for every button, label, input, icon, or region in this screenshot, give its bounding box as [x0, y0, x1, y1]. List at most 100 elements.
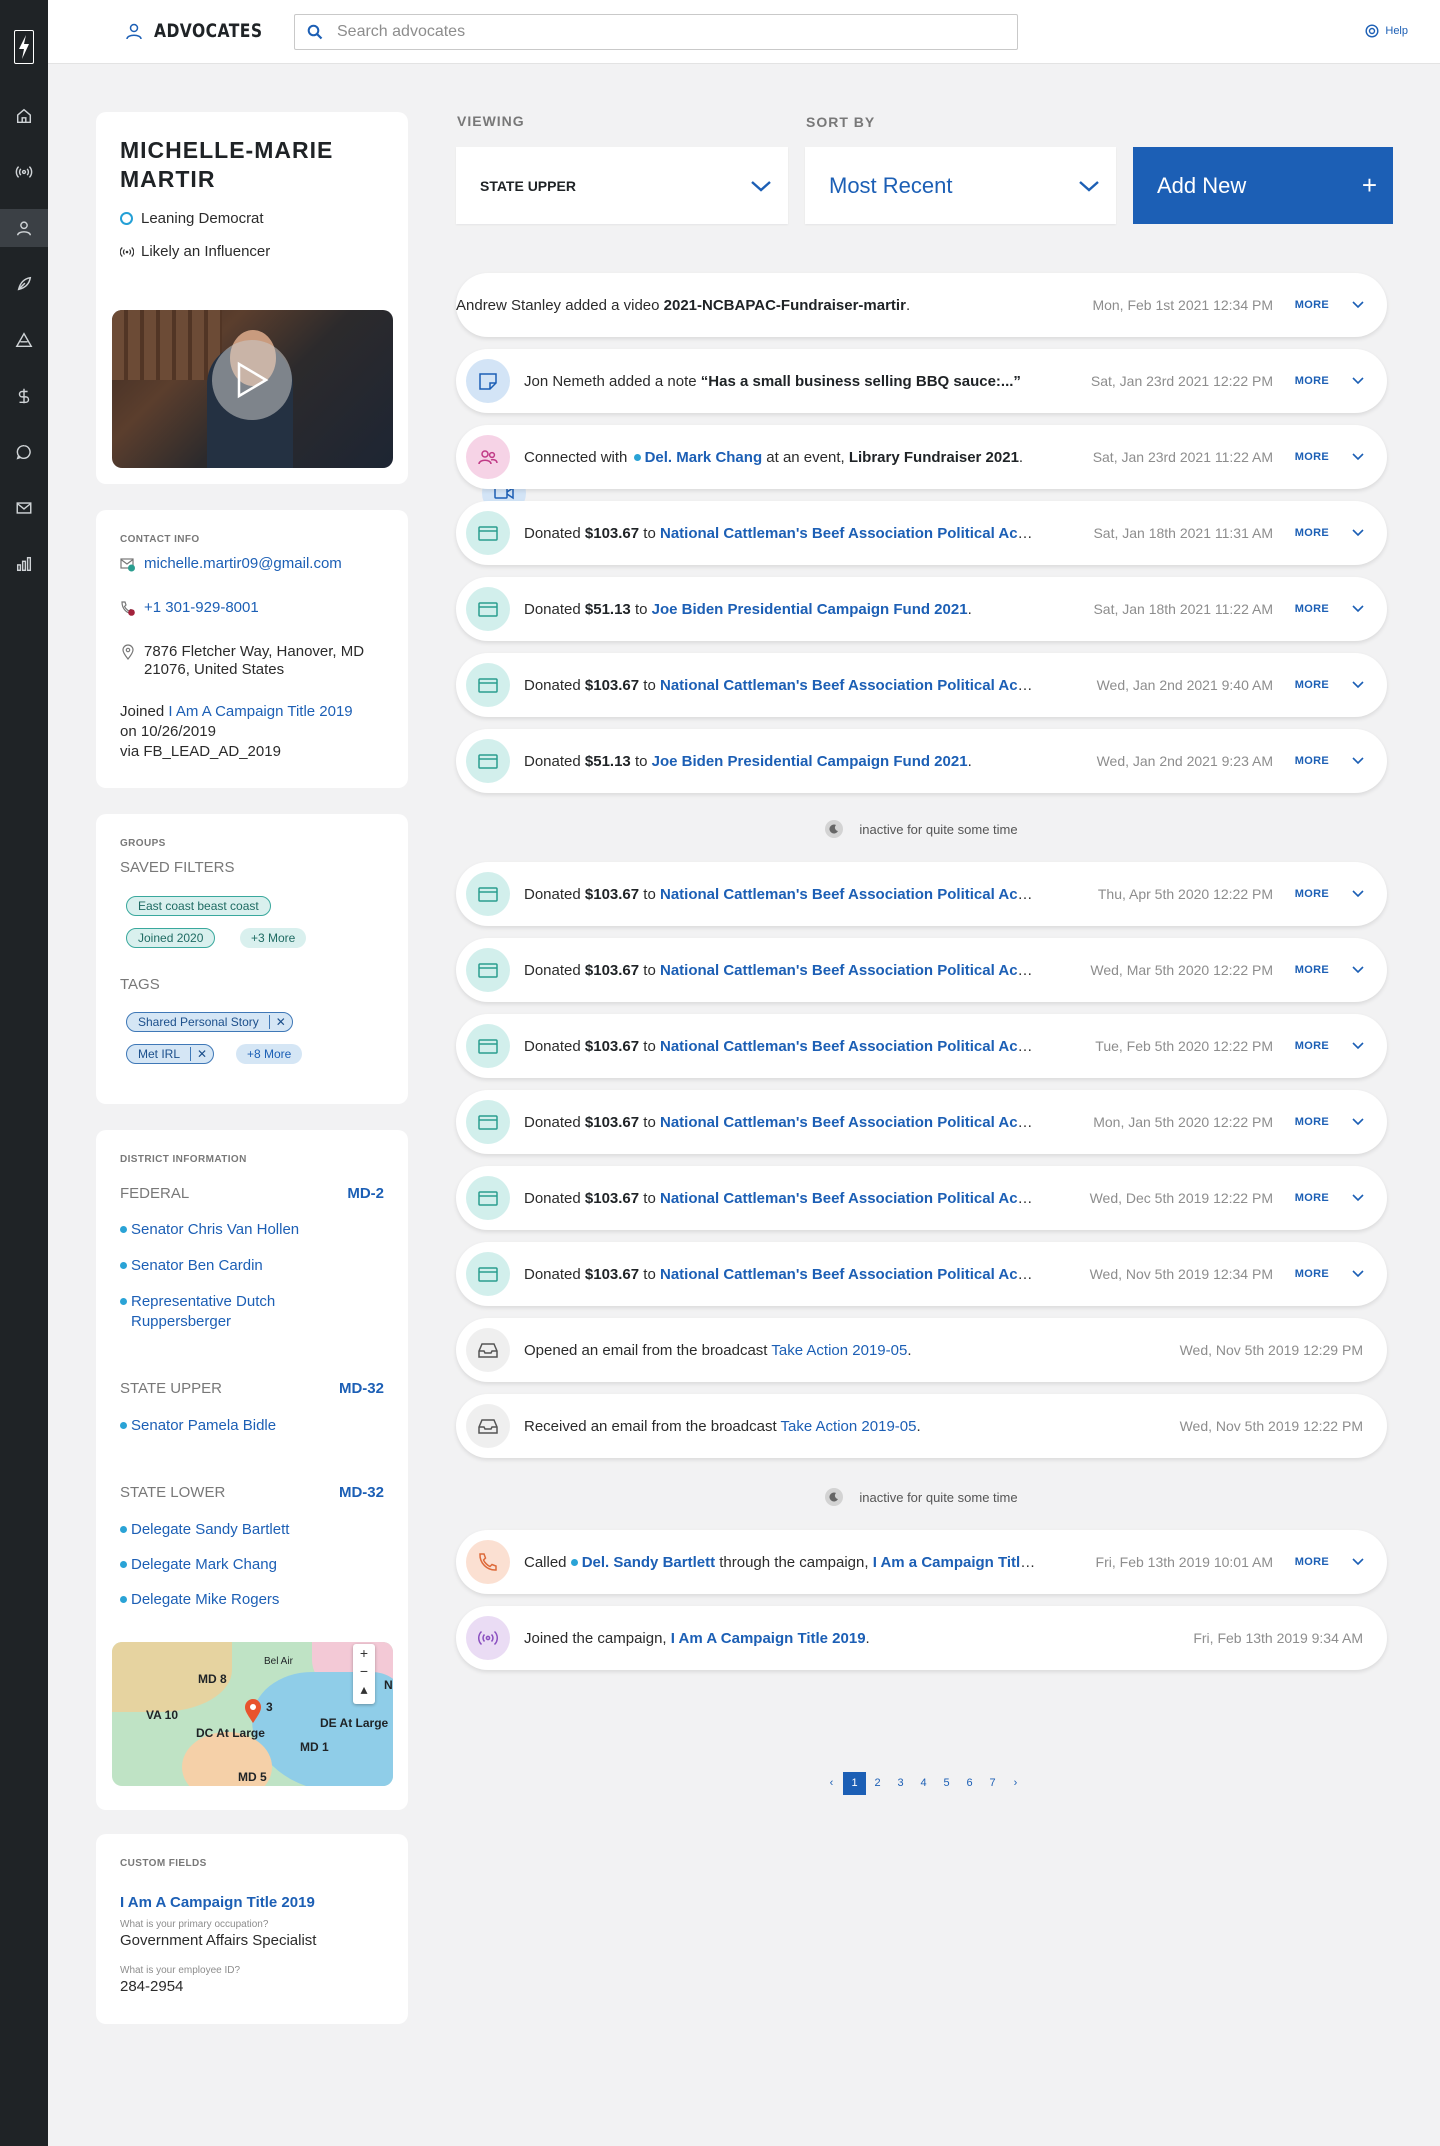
campaign-link[interactable]: I Am a Campaign Title 2019	[873, 1554, 1036, 1571]
official-link[interactable]: Senator Pamela Bidle	[120, 1416, 340, 1436]
feather-icon[interactable]	[0, 265, 48, 303]
recipient-link[interactable]: National Cattleman's Beef Association Po…	[660, 1190, 1036, 1207]
compass-icon[interactable]: ▴	[353, 1680, 375, 1698]
activity-item[interactable]: Donated $103.67 to National Cattleman's …	[456, 653, 1387, 717]
help-link[interactable]: Help	[1365, 24, 1408, 38]
activity-item[interactable]: Donated $51.13 to Joe Biden Presidential…	[456, 729, 1387, 793]
tag-chip[interactable]: Shared Personal Story ✕	[126, 1012, 293, 1032]
chevron-down-icon[interactable]	[1351, 1117, 1365, 1127]
more-button[interactable]: MORE	[1295, 964, 1329, 976]
chevron-down-icon[interactable]	[1351, 1557, 1365, 1567]
activity-item[interactable]: Donated $103.67 to National Cattleman's …	[456, 1166, 1387, 1230]
remove-tag-icon[interactable]: ✕	[268, 1015, 286, 1029]
page-button[interactable]: 5	[935, 1772, 958, 1795]
joined-campaign-link[interactable]: I Am A Campaign Title 2019	[168, 703, 352, 720]
recipient-link[interactable]: National Cattleman's Beef Association Po…	[660, 525, 1036, 542]
remove-tag-icon[interactable]: ✕	[190, 1047, 207, 1061]
page-button[interactable]: 3	[889, 1772, 912, 1795]
more-button[interactable]: MORE	[1295, 1040, 1329, 1052]
more-button[interactable]: MORE	[1295, 451, 1329, 463]
play-button[interactable]	[212, 340, 292, 420]
chevron-down-icon[interactable]	[1351, 1193, 1365, 1203]
sort-dropdown[interactable]: Most Recent	[805, 147, 1116, 224]
page-button[interactable]: 6	[958, 1772, 981, 1795]
activity-item[interactable]: Donated $103.67 to National Cattleman's …	[456, 938, 1387, 1002]
advocate-icon[interactable]	[0, 209, 48, 247]
activity-item[interactable]: Received an email from the broadcast Tak…	[456, 1394, 1387, 1458]
more-button[interactable]: MORE	[1295, 755, 1329, 767]
saved-filter-chip[interactable]: Joined 2020	[126, 928, 216, 948]
more-button[interactable]: MORE	[1295, 1116, 1329, 1128]
custom-campaign-link[interactable]: I Am A Campaign Title 2019	[120, 1894, 315, 1911]
official-link[interactable]: Senator Chris Van Hollen	[120, 1220, 340, 1240]
more-button[interactable]: MORE	[1295, 299, 1329, 311]
chevron-down-icon[interactable]	[1351, 1041, 1365, 1051]
chevron-down-icon[interactable]	[1351, 680, 1365, 690]
chevron-down-icon[interactable]	[1351, 965, 1365, 975]
broadcast-link[interactable]: Take Action 2019-05	[781, 1418, 917, 1435]
dollar-icon[interactable]	[0, 377, 48, 415]
page-button[interactable]: 1	[843, 1772, 866, 1795]
official-link[interactable]: Del. Mark Chang	[645, 449, 763, 466]
activity-item[interactable]: Opened an email from the broadcast Take …	[456, 1318, 1387, 1382]
chart-icon[interactable]	[0, 545, 48, 583]
activity-item[interactable]: Jon Nemeth added a note “Has a small bus…	[456, 349, 1387, 413]
official-link[interactable]: Senator Ben Cardin	[120, 1256, 340, 1276]
chevron-down-icon[interactable]	[1351, 1269, 1365, 1279]
saved-filter-chip[interactable]: East coast beast coast	[126, 896, 271, 916]
more-button[interactable]: MORE	[1295, 375, 1329, 387]
recipient-link[interactable]: Joe Biden Presidential Campaign Fund 202…	[652, 601, 968, 618]
chevron-down-icon[interactable]	[1351, 889, 1365, 899]
official-link[interactable]: Del. Sandy Bartlett	[582, 1554, 715, 1571]
add-new-button[interactable]: Add New +	[1133, 147, 1393, 224]
phone-link[interactable]: +1 301-929-8001	[144, 599, 259, 616]
zoom-out-button[interactable]: −	[353, 1662, 375, 1680]
activity-item[interactable]: Donated $51.13 to Joe Biden Presidential…	[456, 577, 1387, 641]
activity-item[interactable]: Donated $103.67 to National Cattleman's …	[456, 1090, 1387, 1154]
district-map[interactable]: MD 8 Bel Air VA 10 DC At Large DE At Lar…	[112, 1642, 393, 1786]
saved-filters-more[interactable]: +3 More	[240, 928, 307, 948]
activity-item[interactable]: Donated $103.67 to National Cattleman's …	[456, 501, 1387, 565]
page-button[interactable]: 2	[866, 1772, 889, 1795]
recipient-link[interactable]: National Cattleman's Beef Association Po…	[660, 962, 1036, 979]
recipient-link[interactable]: National Cattleman's Beef Association Po…	[660, 886, 1036, 903]
more-button[interactable]: MORE	[1295, 1268, 1329, 1280]
chevron-down-icon[interactable]	[1351, 452, 1365, 462]
chevron-down-icon[interactable]	[1351, 528, 1365, 538]
recipient-link[interactable]: National Cattleman's Beef Association Po…	[660, 677, 1036, 694]
campaign-link[interactable]: I Am A Campaign Title 2019	[671, 1630, 866, 1647]
triangle-icon[interactable]	[0, 321, 48, 359]
recipient-link[interactable]: National Cattleman's Beef Association Po…	[660, 1038, 1036, 1055]
zoom-in-button[interactable]: +	[353, 1644, 375, 1662]
tag-chip[interactable]: Met IRL ✕	[126, 1044, 215, 1064]
viewing-dropdown[interactable]: STATE UPPER	[456, 147, 788, 224]
recipient-link[interactable]: National Cattleman's Beef Association Po…	[660, 1266, 1036, 1283]
search-box[interactable]	[294, 14, 1018, 50]
more-button[interactable]: MORE	[1295, 527, 1329, 539]
official-link[interactable]: Delegate Mark Chang	[120, 1555, 340, 1575]
recipient-link[interactable]: National Cattleman's Beef Association Po…	[660, 1114, 1036, 1131]
official-link[interactable]: Delegate Mike Rogers	[120, 1590, 340, 1610]
more-button[interactable]: MORE	[1295, 1192, 1329, 1204]
chevron-down-icon[interactable]	[1351, 756, 1365, 766]
chevron-down-icon[interactable]	[1351, 376, 1365, 386]
next-page-button[interactable]: ›	[1004, 1772, 1027, 1795]
home-icon[interactable]	[0, 97, 48, 135]
recipient-link[interactable]: Joe Biden Presidential Campaign Fund 202…	[652, 753, 968, 770]
video-thumbnail[interactable]	[112, 310, 393, 468]
chevron-down-icon[interactable]	[1351, 604, 1365, 614]
search-input[interactable]	[337, 23, 977, 41]
more-button[interactable]: MORE	[1295, 888, 1329, 900]
activity-item[interactable]: Donated $103.67 to National Cattleman's …	[456, 862, 1387, 926]
page-button[interactable]: 7	[981, 1772, 1004, 1795]
activity-item[interactable]: Called Del. Sandy Bartlett through the c…	[456, 1530, 1387, 1594]
broadcast-icon[interactable]	[0, 153, 48, 191]
logo-icon[interactable]	[14, 30, 34, 64]
activity-item[interactable]: Donated $103.67 to National Cattleman's …	[456, 1014, 1387, 1078]
prev-page-button[interactable]: ‹	[820, 1772, 843, 1795]
chevron-down-icon[interactable]	[1351, 300, 1365, 310]
more-button[interactable]: MORE	[1295, 679, 1329, 691]
email-link[interactable]: michelle.martir09@gmail.com	[144, 555, 342, 572]
activity-item[interactable]: Connected with Del. Mark Chang at an eve…	[456, 425, 1387, 489]
more-button[interactable]: MORE	[1295, 603, 1329, 615]
